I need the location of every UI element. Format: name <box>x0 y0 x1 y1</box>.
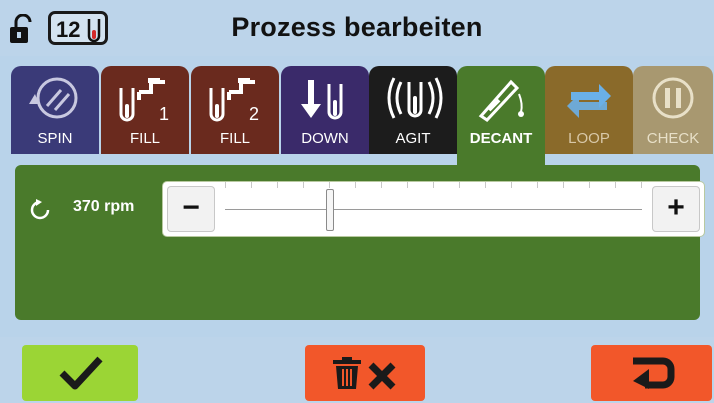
tab-loop[interactable]: LOOP <box>545 66 633 154</box>
tab-fill-1[interactable]: 1 FILL <box>101 66 189 154</box>
trash-x-icon <box>333 357 396 390</box>
decant-icon <box>478 79 524 122</box>
tap-tube-icon: 1 <box>119 78 169 124</box>
agitate-icon <box>387 77 443 119</box>
slider-handle[interactable] <box>326 189 335 231</box>
fill-number: 1 <box>159 104 169 124</box>
pause-icon <box>652 77 694 119</box>
tab-label: AGIT <box>395 130 431 147</box>
tab-label: FILL <box>129 130 160 147</box>
confirm-button[interactable] <box>22 345 138 401</box>
tab-label: FILL <box>219 130 250 147</box>
return-arrow-icon <box>633 357 675 389</box>
tab-fill-2[interactable]: 2 FILL <box>191 66 279 154</box>
tab-check[interactable]: CHECK <box>633 66 713 154</box>
tab-agit[interactable]: AGIT <box>369 66 457 154</box>
slider-ticks <box>225 182 642 188</box>
tap-tube-icon: 2 <box>209 78 259 124</box>
tab-label: CHECK <box>646 130 700 147</box>
slider-track <box>225 209 642 210</box>
loop-icon <box>567 84 611 118</box>
down-arrow-tube-icon <box>301 80 343 120</box>
checkmark-icon <box>59 356 103 390</box>
back-button[interactable] <box>591 345 712 401</box>
delete-button[interactable] <box>305 345 425 401</box>
tab-label: LOOP <box>568 130 610 147</box>
tab-label: SPIN <box>37 130 73 147</box>
rotation-icon <box>30 199 50 220</box>
increase-button[interactable]: + <box>652 186 700 232</box>
header-bar: 12 Prozess bearbeiten <box>0 0 714 56</box>
page-title: Prozess bearbeiten <box>231 12 483 42</box>
tab-spin[interactable]: SPIN <box>11 66 99 154</box>
speed-value: 370 rpm <box>73 198 135 215</box>
tab-label: DOWN <box>301 130 349 147</box>
tab-label: DECANT <box>469 130 533 147</box>
fill-number: 2 <box>249 104 259 124</box>
decrease-button[interactable]: − <box>167 186 215 232</box>
spin-icon <box>29 77 78 119</box>
tab-down[interactable]: DOWN <box>281 66 369 154</box>
screen: 12 Prozess bearbeiten SPIN 1 FILL 2 FILL… <box>0 0 714 403</box>
speed-slider[interactable]: − + <box>163 182 704 236</box>
tab-decant[interactable]: DECANT <box>457 66 545 165</box>
